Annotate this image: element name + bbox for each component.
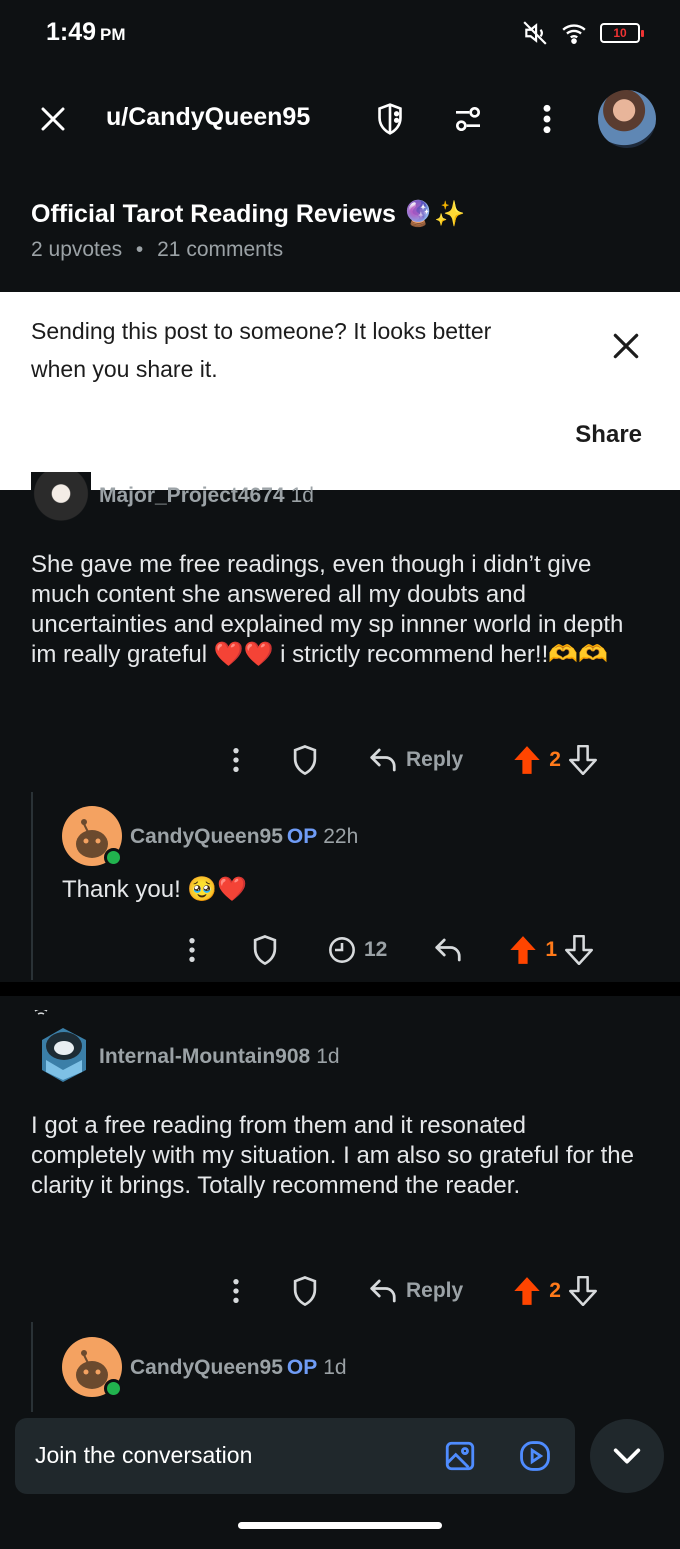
mod-shield-button[interactable] [250,934,280,966]
share-message: Sending this post to someone? It looks b… [31,318,492,382]
reply-author[interactable]: CandyQueen95 OP 22h [130,825,358,849]
clock-icon [329,937,355,963]
more-vertical-icon [189,937,195,963]
scroll-down-button[interactable] [590,1419,664,1493]
reply-author[interactable]: CandyQueen95 OP 1d [130,1356,347,1380]
online-indicator [104,1379,123,1398]
more-vertical-icon [233,747,239,773]
thread-divider [0,982,680,996]
shield-icon [378,103,402,135]
reply-icon [370,748,396,772]
downvote-icon[interactable] [568,1276,597,1306]
shield-icon [293,745,317,776]
vote-controls: 1 [509,935,594,965]
reply-button[interactable]: Reply [368,1277,463,1305]
mod-shield-button[interactable] [372,100,408,138]
thread-line [31,792,33,980]
share-banner: Sending this post to someone? It looks b… [0,292,680,490]
reply-button[interactable]: Reply [368,746,463,774]
more-vertical-icon [233,1278,239,1304]
online-indicator [104,848,123,867]
vote-count: 1 [545,938,558,961]
close-icon [613,333,639,359]
vote-count: 2 [549,748,561,771]
reply-icon [370,1279,396,1303]
reply-button[interactable] [433,936,463,964]
status-bar: 1:49 PM 10 [0,0,680,66]
post-meta: 2 upvotes • 21 comments [31,238,283,262]
sliders-icon [456,107,480,131]
mod-shield-button[interactable] [290,744,320,776]
dismiss-share-button[interactable] [610,330,642,367]
upvote-icon[interactable] [513,745,541,775]
reply-actions: 12 1 [188,930,638,970]
mod-shield-button[interactable] [290,1275,320,1307]
post-title[interactable]: Official Tarot Reading Reviews 🔮✨ [31,200,465,229]
comment-actions: Reply 2 [232,1271,632,1311]
vote-count: 2 [549,1279,561,1302]
more-button[interactable] [232,1277,240,1305]
filter-button[interactable] [450,100,486,138]
comment-body: She gave me free readings, even though i… [31,551,624,668]
more-button[interactable] [232,746,240,774]
video-icon[interactable] [518,1439,552,1473]
more-vertical-icon [543,104,551,134]
profile-username[interactable]: u/CandyQueen95 [106,103,310,132]
downvote-icon[interactable] [568,745,597,775]
comment-body: I got a free reading from them and it re… [31,1112,634,1199]
upvote-icon[interactable] [509,935,537,965]
commenter-avatar[interactable] [31,472,91,526]
comment-count: 21 comments [157,238,284,261]
downvote-icon[interactable] [565,935,594,965]
more-button[interactable] [188,936,196,964]
comment-author[interactable]: Major_Project4674 1d [99,484,314,508]
upvote-count: 2 upvotes [31,238,123,261]
thread-line [31,1322,33,1412]
upvote-icon[interactable] [513,1276,541,1306]
reply-body: Thank you! 🥹❤️ [62,876,248,903]
clock: 1:49 PM [46,18,126,46]
commenter-avatar[interactable] [32,1010,94,1086]
composer-placeholder: Join the conversation [35,1442,253,1468]
award-button[interactable]: 12 [328,936,387,964]
comment-author[interactable]: Internal-Mountain908 1d [99,1045,340,1069]
comment-actions: Reply 2 [232,740,632,780]
close-button[interactable] [36,102,70,136]
chevron-down-icon [613,1448,641,1464]
mute-icon [523,21,547,45]
close-icon [41,107,65,131]
share-button[interactable]: Share [575,421,642,449]
shield-icon [253,935,277,966]
user-avatar[interactable] [598,90,656,148]
battery-icon: 10 [600,23,644,43]
more-options-button[interactable] [534,100,560,138]
vote-controls: 2 [513,1276,597,1306]
vote-controls: 2 [513,745,597,775]
shield-icon [293,1276,317,1307]
image-icon[interactable] [443,1439,477,1473]
comment-composer[interactable]: Join the conversation [15,1418,575,1494]
meta-separator: • [135,238,144,261]
home-indicator[interactable] [238,1522,442,1529]
wifi-icon [562,24,586,44]
reply-icon [435,938,461,962]
